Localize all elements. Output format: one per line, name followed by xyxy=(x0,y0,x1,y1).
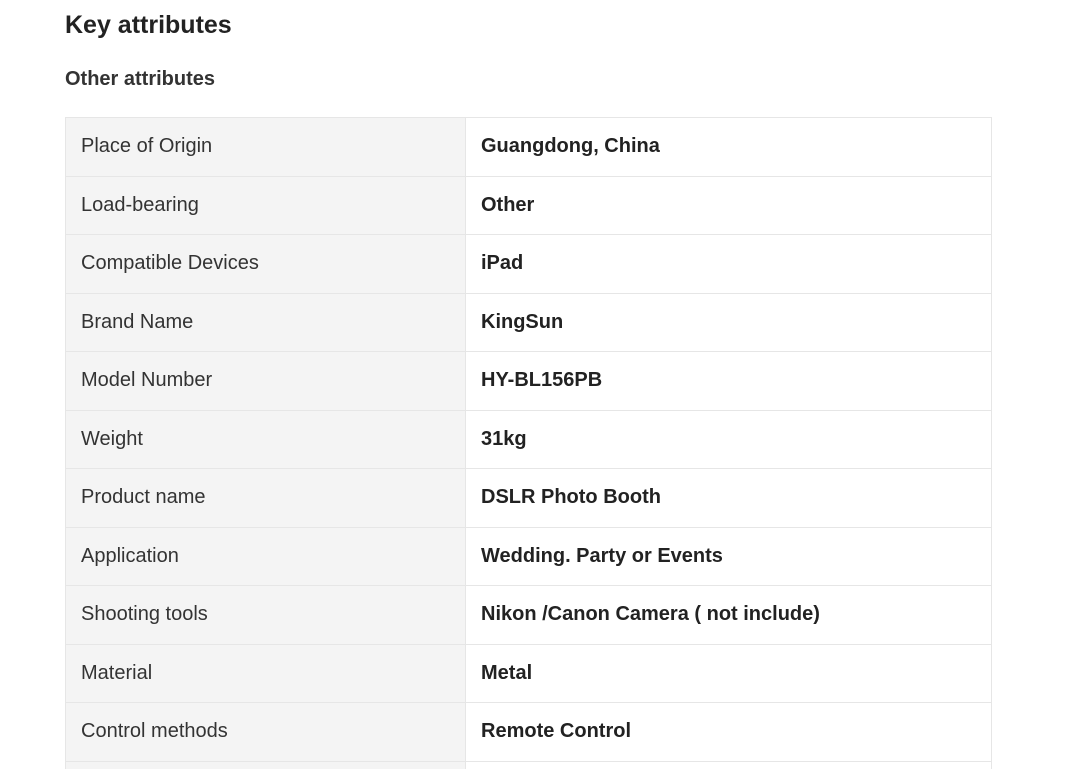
attribute-label-empty xyxy=(65,760,466,769)
attribute-label: Shooting tools xyxy=(65,585,466,645)
table-row: Application Wedding. Party or Events xyxy=(65,526,992,586)
table-row: Model Number HY-BL156PB xyxy=(65,351,992,411)
table-row: Material Metal xyxy=(65,643,992,703)
attribute-label: Material xyxy=(65,643,466,703)
attribute-label: Model Number xyxy=(65,351,466,411)
attribute-value-empty xyxy=(465,760,992,769)
table-row: Compatible Devices iPad xyxy=(65,234,992,294)
attribute-value: iPad xyxy=(465,234,992,294)
table-row: Place of Origin Guangdong, China xyxy=(65,117,992,177)
attribute-label: Control methods xyxy=(65,702,466,762)
attribute-label: Place of Origin xyxy=(65,117,466,177)
table-row: Brand Name KingSun xyxy=(65,292,992,352)
attribute-value: KingSun xyxy=(465,292,992,352)
key-attributes-heading: Key attributes xyxy=(65,11,232,39)
attribute-value: Metal xyxy=(465,643,992,703)
table-row: Control methods Remote Control xyxy=(65,702,992,762)
attribute-label: Load-bearing xyxy=(65,175,466,235)
attribute-label: Application xyxy=(65,526,466,586)
attribute-value: Wedding. Party or Events xyxy=(465,526,992,586)
table-row: Weight 31kg xyxy=(65,409,992,469)
attribute-label: Brand Name xyxy=(65,292,466,352)
attribute-value: DSLR Photo Booth xyxy=(465,468,992,528)
table-row-cutoff xyxy=(65,760,992,769)
table-row: Load-bearing Other xyxy=(65,175,992,235)
attribute-value: Other xyxy=(465,175,992,235)
attribute-label: Compatible Devices xyxy=(65,234,466,294)
attribute-label: Product name xyxy=(65,468,466,528)
attributes-table: Place of Origin Guangdong, China Load-be… xyxy=(65,117,992,769)
attribute-value: Nikon /Canon Camera ( not include) xyxy=(465,585,992,645)
attribute-value: Guangdong, China xyxy=(465,117,992,177)
table-row: Product name DSLR Photo Booth xyxy=(65,468,992,528)
attribute-value: Remote Control xyxy=(465,702,992,762)
table-row: Shooting tools Nikon /Canon Camera ( not… xyxy=(65,585,992,645)
other-attributes-heading: Other attributes xyxy=(65,68,216,90)
attribute-value: 31kg xyxy=(465,409,992,469)
attribute-value: HY-BL156PB xyxy=(465,351,992,411)
attribute-label: Weight xyxy=(65,409,466,469)
product-attributes-page: Key attributes Other attributes Place of… xyxy=(0,0,1072,769)
